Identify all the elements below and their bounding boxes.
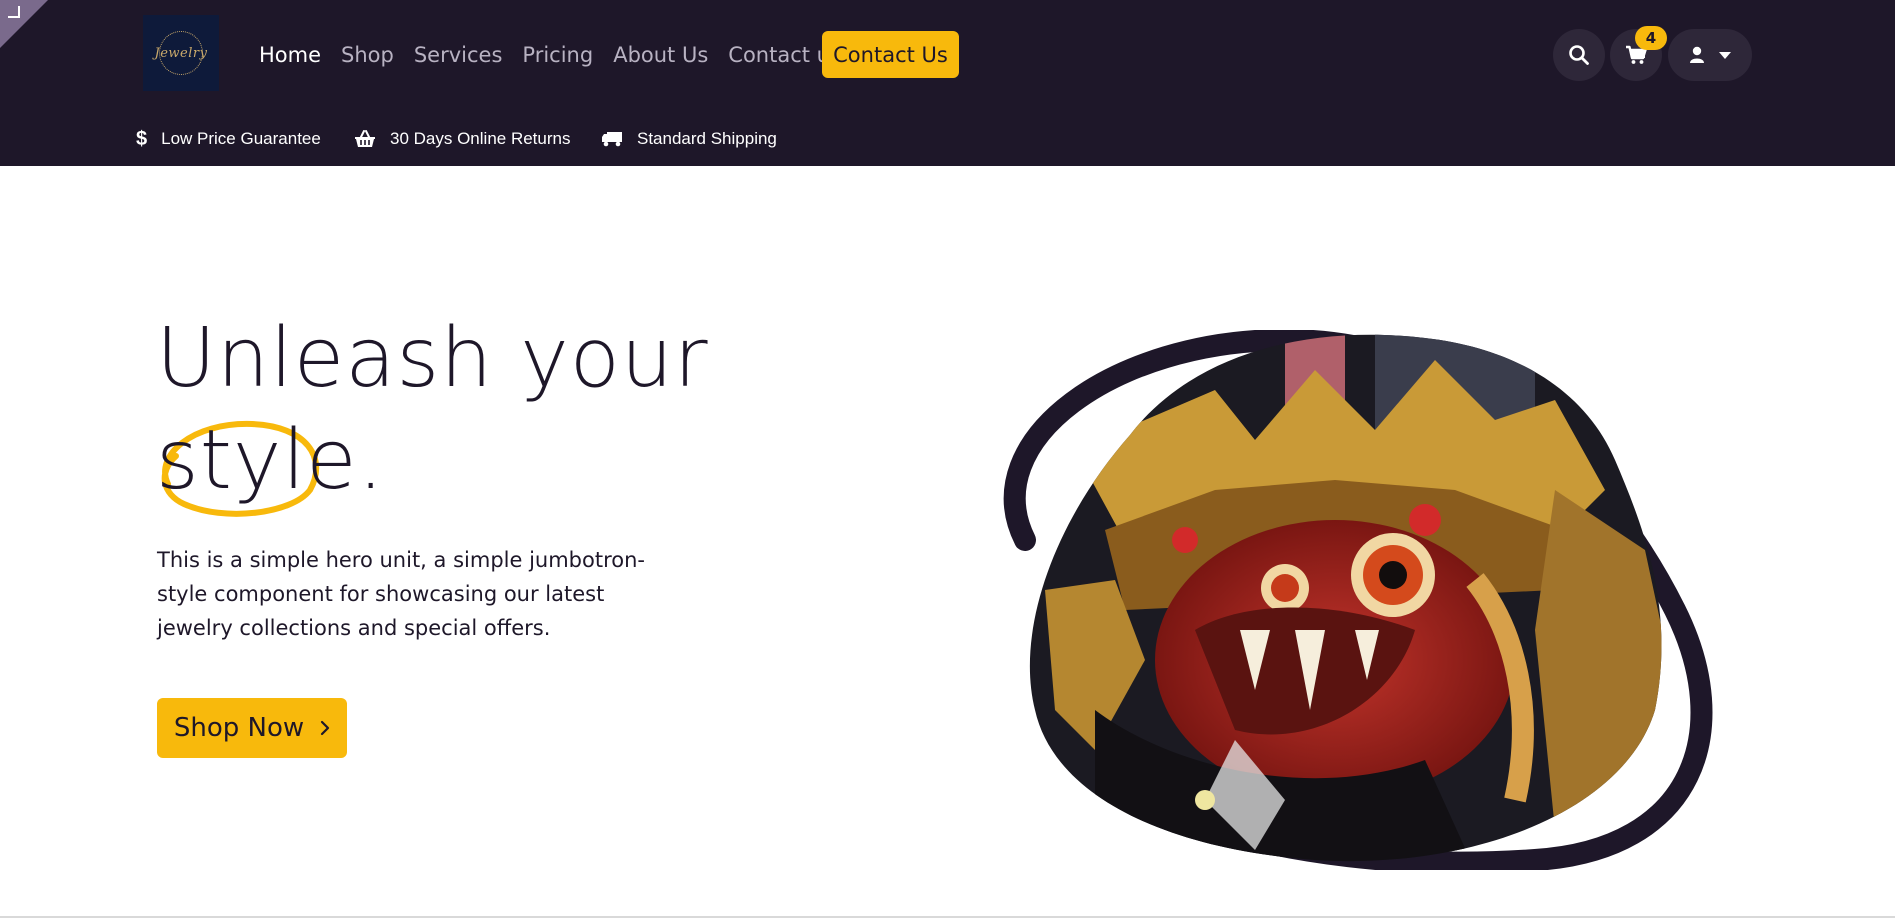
hero-image	[1003, 330, 1713, 870]
hero-title-line2: style.	[156, 410, 709, 517]
basket-icon	[354, 130, 376, 148]
highlighted-word: style	[156, 410, 358, 517]
usp-shipping: Standard Shipping	[601, 126, 777, 152]
hero-title-highlight: style	[156, 413, 358, 508]
usp-label: Low Price Guarantee	[161, 129, 321, 148]
search-icon	[1569, 45, 1589, 65]
usp-low-price: $ Low Price Guarantee	[136, 126, 321, 152]
nav-pricing[interactable]: Pricing	[522, 43, 593, 67]
usp-returns: 30 Days Online Returns	[354, 126, 570, 152]
nav-services[interactable]: Services	[414, 43, 503, 67]
shop-now-label: Shop Now	[173, 713, 305, 743]
user-icon	[1690, 46, 1704, 63]
nav-about-us[interactable]: About Us	[613, 43, 708, 67]
truck-icon	[601, 131, 623, 147]
site-header: Jewelry Home Shop Services Pricing About…	[0, 0, 1895, 166]
corner-icon	[8, 6, 20, 18]
dollar-icon: $	[136, 127, 148, 150]
user-menu-button[interactable]	[1668, 29, 1752, 81]
caret-down-icon	[1719, 51, 1731, 59]
search-button[interactable]	[1553, 29, 1605, 81]
chevron-right-icon	[321, 720, 330, 736]
logo-ring-icon	[159, 31, 203, 75]
shop-now-button[interactable]: Shop Now	[157, 698, 347, 758]
brand-logo[interactable]: Jewelry	[143, 15, 219, 91]
nav-home[interactable]: Home	[259, 43, 321, 67]
contact-us-button[interactable]: Contact Us	[822, 31, 959, 78]
hero-title: Unleash your style.	[156, 308, 709, 517]
usp-label: Standard Shipping	[637, 129, 777, 148]
hero-title-line1: Unleash your	[156, 311, 709, 406]
nav-shop[interactable]: Shop	[341, 43, 394, 67]
cart-count-badge: 4	[1635, 26, 1667, 50]
usp-label: 30 Days Online Returns	[390, 129, 571, 148]
hero-title-end: .	[357, 413, 385, 508]
hero-description: This is a simple hero unit, a simple jum…	[157, 548, 645, 640]
main-nav: Home Shop Services Pricing About Us Cont…	[259, 40, 861, 70]
